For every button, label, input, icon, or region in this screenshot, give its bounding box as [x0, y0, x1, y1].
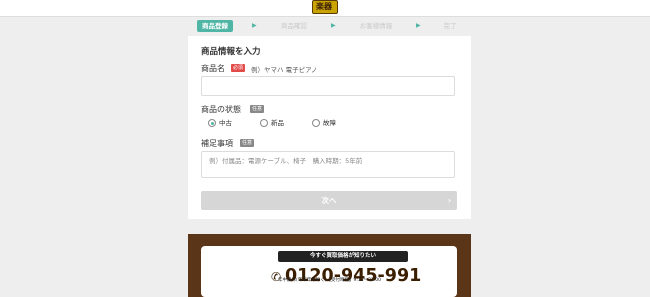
condition-option-new[interactable]: 新品 [260, 118, 300, 128]
product-form: 商品情報を入力 商品名 必須 例）ヤマハ 電子ピアノ 商品の状態 任意 中古 新… [188, 36, 471, 219]
notes-textarea[interactable]: 例）付属品：電源ケーブル、椅子 購入時期：5年前 [201, 151, 455, 178]
logo-text: 楽器 [316, 2, 332, 11]
step-customer-info: お客様情報 [359, 22, 393, 30]
required-badge: 必須 [231, 64, 246, 72]
next-button[interactable]: 次へ › [201, 191, 457, 210]
radio-icon[interactable] [260, 119, 268, 127]
phone-contact-box[interactable]: 今すぐ買取価格が知りたい ✆ 0120-945-991 [201, 246, 457, 297]
site-logo[interactable]: 楽器 [312, 0, 338, 14]
phone-caption: 今すぐ買取価格が知りたい [278, 251, 408, 262]
step-product-registration: 商品登録 [197, 20, 233, 32]
radio-label: 中古 [219, 119, 232, 127]
notes-label: 補足事項 [201, 139, 233, 148]
radio-icon[interactable] [312, 119, 320, 127]
condition-option-broken[interactable]: 故障 [312, 118, 352, 128]
product-name-hint: 例）ヤマハ 電子ピアノ [251, 66, 318, 74]
step-arrow-icon: ▶ [416, 22, 421, 29]
optional-badge: 任意 [240, 139, 255, 147]
condition-label: 商品の状態 [201, 105, 241, 114]
phone-contact-banner: 今すぐ買取価格が知りたい ✆ 0120-945-991 年中無休(年末年始除く)… [188, 234, 471, 297]
chevron-right-icon: › [447, 196, 451, 205]
product-name-input[interactable] [201, 76, 455, 96]
next-button-label: 次へ [321, 196, 337, 205]
site-header: 楽器 [0, 0, 650, 17]
step-arrow-icon: ▶ [331, 22, 336, 29]
step-arrow-icon: ▶ [252, 22, 257, 29]
step-product-confirmation: 商品確認 [281, 22, 307, 30]
progress-steps: 商品登録 ▶ 商品確認 ▶ お客様情報 ▶ 完了 [197, 20, 473, 32]
radio-label: 新品 [271, 119, 284, 127]
radio-checked-icon[interactable] [208, 119, 216, 127]
product-name-label: 商品名 [201, 64, 225, 73]
form-title: 商品情報を入力 [201, 47, 261, 57]
condition-option-used[interactable]: 中古 [208, 118, 248, 128]
radio-label: 故障 [323, 119, 336, 127]
step-complete: 完了 [443, 22, 457, 30]
optional-badge: 任意 [250, 105, 265, 113]
business-hours: 年中無休(年末年始除く)【受付時間】9:15～21:00 [277, 278, 382, 283]
